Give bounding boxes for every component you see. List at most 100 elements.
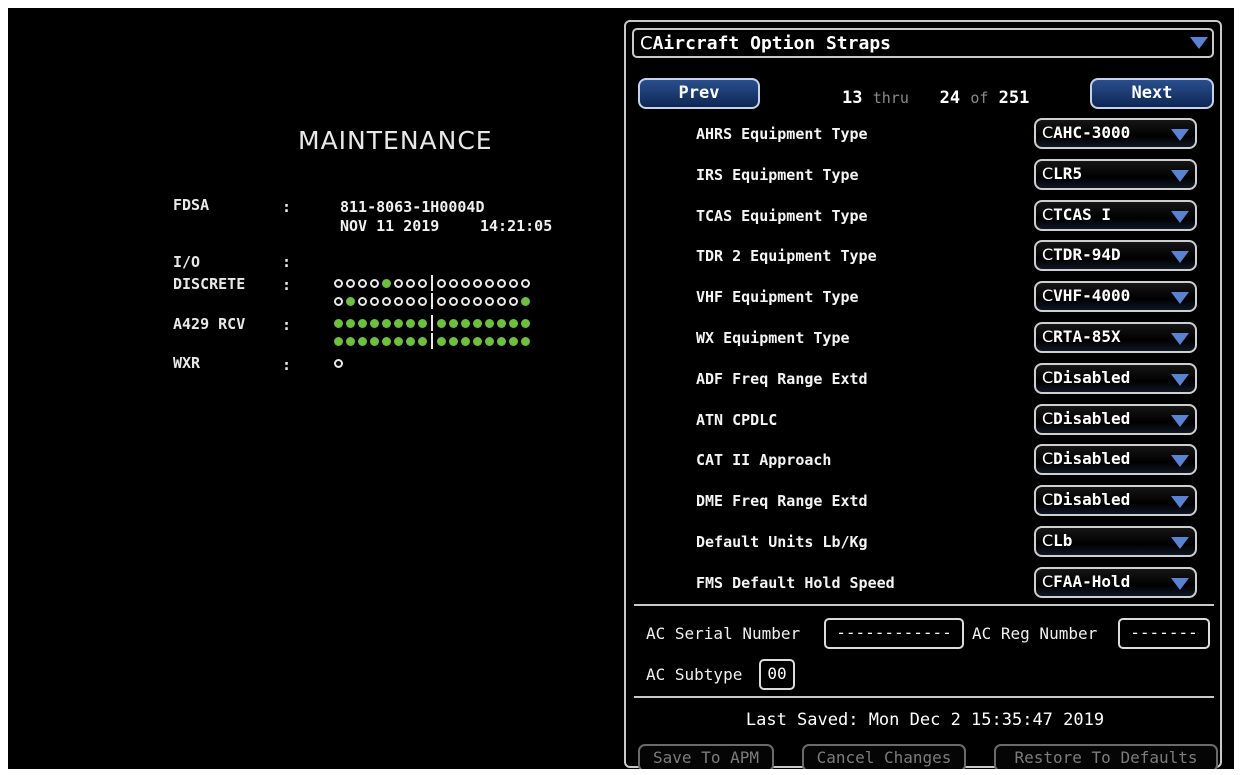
option-select[interactable]: CDisabled [1034, 403, 1197, 435]
option-value-text: LR5 [1053, 163, 1083, 183]
status-dot-inactive [461, 278, 470, 288]
option-select[interactable]: CRTA-85X [1034, 322, 1197, 353]
last-saved-status: Last Saved: Mon Dec 2 15:35:47 2019 [745, 710, 1105, 730]
option-select[interactable]: CTDR-94D [1034, 240, 1197, 272]
option-value: CDisabled [1042, 409, 1130, 428]
status-dot-inactive [370, 296, 379, 306]
status-dot-active [346, 336, 355, 346]
wxr-colon: : [282, 356, 292, 374]
fdsa-time: 14:21:05 [480, 217, 553, 235]
status-dot-active [437, 318, 446, 328]
option-select[interactable]: CLb [1034, 526, 1197, 557]
status-dot-active [358, 336, 367, 346]
discrete-status-row-1 [334, 275, 533, 291]
status-dot-active [449, 336, 458, 346]
chevron-down-icon [1190, 37, 1208, 49]
wxr-label: WXR [173, 354, 201, 372]
range-start: 13 [842, 88, 863, 108]
save-to-apm-button[interactable]: Save To APM [638, 744, 774, 769]
option-label: Default Units Lb/Kg [696, 533, 868, 551]
option-value: CRTA-85X [1042, 327, 1121, 346]
panel-title: CAircraft Option Straps [640, 33, 891, 54]
option-value: CDisabled [1042, 490, 1130, 509]
status-separator [431, 275, 433, 291]
option-label: CAT II Approach [696, 451, 832, 470]
status-dot-inactive [334, 358, 343, 368]
a429-rcv-label: A429 RCV [173, 315, 246, 333]
a429-status-row-1 [334, 315, 533, 331]
clear-glyph: C [1042, 408, 1054, 428]
option-label: WX Equipment Type [696, 329, 850, 347]
status-dot-inactive [334, 296, 343, 306]
status-dot-inactive [461, 296, 470, 306]
status-separator [431, 315, 433, 331]
status-dot-inactive [334, 278, 343, 288]
option-select[interactable]: CDisabled [1034, 485, 1197, 517]
display-screen: MAINTENANCE FDSA : 811-8063-1H0004D NOV … [8, 8, 1234, 769]
status-dot-active [358, 318, 367, 328]
option-value-text: RTA-85X [1053, 327, 1121, 346]
option-value-text: Disabled [1053, 449, 1131, 469]
cancel-changes-button[interactable]: Cancel Changes [802, 744, 966, 769]
panel-header-dropdown[interactable]: CAircraft Option Straps [632, 28, 1214, 58]
ac-serial-number-field[interactable]: ------------ [824, 618, 964, 649]
status-dot-inactive [473, 296, 482, 306]
ac-serial-number-label: AC Serial Number [646, 624, 801, 643]
option-select[interactable]: CAHC-3000 [1034, 118, 1197, 149]
fdsa-part-number: 811-8063-1H0004D [340, 198, 485, 216]
restore-to-defaults-button[interactable]: Restore To Defaults [994, 744, 1218, 769]
io-label: I/O [173, 253, 201, 271]
status-dot-inactive [473, 278, 482, 288]
prev-button[interactable]: Prev [638, 78, 760, 109]
status-dot-active [346, 296, 355, 306]
clear-glyph: C [1042, 531, 1054, 550]
option-value: CVHF-4000 [1042, 286, 1130, 305]
status-dot-inactive [406, 296, 415, 306]
status-dot-active [370, 318, 379, 328]
status-dot-inactive [521, 278, 530, 288]
status-dot-active [473, 318, 482, 328]
option-value-text: TCAS I [1053, 204, 1111, 224]
option-label: DME Freq Range Extd [696, 492, 868, 511]
page-range: 13 thru 24 of 251 [842, 88, 1029, 108]
status-dot-active [394, 336, 403, 346]
ac-subtype-field[interactable]: 00 [759, 659, 795, 690]
option-select[interactable]: CFAA-Hold [1034, 566, 1197, 598]
io-colon: : [282, 253, 292, 271]
option-label: VHF Equipment Type [696, 288, 859, 307]
fdsa-label: FDSA [173, 196, 210, 214]
status-dot-active [418, 336, 427, 346]
status-dot-active [437, 336, 446, 346]
divider [634, 604, 1214, 606]
status-dot-active [521, 296, 530, 306]
next-button[interactable]: Next [1090, 78, 1214, 109]
status-dot-active [485, 318, 494, 328]
ac-reg-number-field[interactable]: ------- [1118, 618, 1210, 649]
status-dot-active [406, 336, 415, 346]
option-value: CLR5 [1042, 164, 1082, 183]
status-separator [431, 293, 433, 309]
option-value-text: Disabled [1053, 408, 1131, 428]
option-select[interactable]: CLR5 [1034, 158, 1197, 190]
chevron-down-icon [1171, 129, 1189, 141]
status-dot-active [461, 318, 470, 328]
option-select[interactable]: CDisabled [1034, 444, 1197, 476]
chevron-down-icon [1171, 333, 1189, 345]
status-dot-active [334, 336, 343, 346]
status-dot-active [382, 318, 391, 328]
status-dot-inactive [497, 296, 506, 306]
status-dot-inactive [358, 278, 367, 288]
option-select[interactable]: CDisabled [1034, 362, 1197, 394]
option-select[interactable]: CTCAS I [1034, 199, 1197, 231]
status-dot-active [509, 318, 518, 328]
option-value: CDisabled [1042, 368, 1130, 387]
status-dot-inactive [509, 278, 518, 288]
range-thru: thru [872, 89, 909, 107]
option-label: TCAS Equipment Type [696, 206, 868, 225]
chevron-down-icon [1171, 292, 1189, 305]
option-select[interactable]: CVHF-4000 [1034, 281, 1197, 313]
clear-glyph: C [1042, 245, 1054, 265]
aircraft-option-straps-panel: CAircraft Option Straps Prev 13 thru 24 … [624, 20, 1222, 769]
ac-reg-number-label: AC Reg Number [972, 624, 1098, 643]
ac-subtype-label: AC Subtype [646, 665, 743, 684]
